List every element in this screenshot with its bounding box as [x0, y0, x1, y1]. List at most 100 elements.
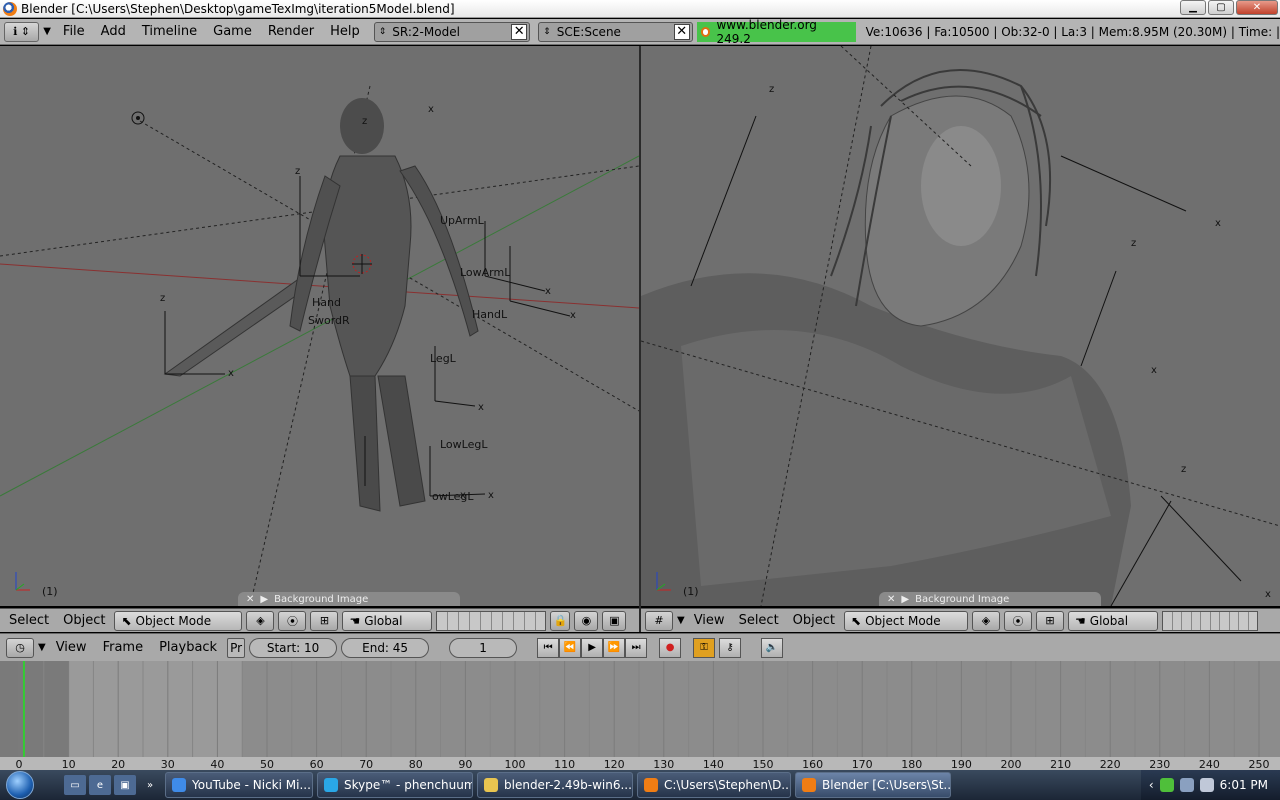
background-image-panel[interactable]: ✕ ▶ Background Image [879, 592, 1101, 606]
menu-select[interactable]: Select [4, 613, 54, 628]
task-label: blender-2.49b-win6... [504, 778, 632, 792]
collapse-menu-arrow-icon[interactable]: ▼ [677, 615, 685, 626]
taskbar-item-youtube[interactable]: YouTube - Nicki Mi... [165, 772, 313, 798]
keying-set-icon[interactable]: ⚿ [693, 637, 716, 658]
layer-buttons[interactable] [436, 610, 547, 631]
close-icon[interactable]: ✕ [887, 594, 895, 605]
menu-help[interactable]: Help [322, 24, 368, 39]
window-type-menu[interactable]: ℹ ⇕ [4, 21, 40, 42]
collapse-menu-arrow-icon[interactable]: ▼ [38, 642, 46, 653]
editor-type-button[interactable]: # [645, 610, 673, 631]
taskbar-item-console[interactable]: C:\Users\Stephen\D... [637, 772, 791, 798]
pivot-button[interactable]: ⦿ [1004, 610, 1033, 631]
current-frame-field[interactable]: 1 [449, 637, 518, 658]
svg-text:x: x [488, 490, 494, 501]
layer-buttons[interactable] [1162, 610, 1259, 631]
camera-render-icon[interactable]: ▣ [602, 610, 627, 631]
internet-explorer-icon[interactable]: e [89, 775, 111, 795]
timeline-clock-icon[interactable]: ◷ [6, 637, 34, 658]
blender-icon [644, 778, 658, 792]
skype-tray-icon[interactable] [1159, 778, 1174, 792]
fast-forward-icon[interactable]: ⏩ [603, 637, 626, 658]
left-view-header: Select Object ⬉ Object Mode ◈ ⦿ ⊞ ☚ Glob… [0, 608, 639, 632]
window-switcher-icon[interactable]: ▣ [114, 775, 136, 795]
jump-end-icon[interactable]: ⏭ [625, 637, 648, 658]
menu-file[interactable]: File [55, 24, 93, 39]
menu-render[interactable]: Render [260, 24, 322, 39]
svg-text:x: x [545, 286, 551, 297]
menu-timeline[interactable]: Timeline [134, 24, 205, 39]
mode-selector[interactable]: ⬉ Object Mode [844, 610, 969, 631]
timeline-area[interactable]: 0 10 20 30 40 50 60 70 80 90 100 110 120 130 140 150 160… [0, 661, 1280, 771]
website-label: www.blender.org 249.2 [716, 17, 817, 46]
rewind-icon[interactable]: ⏪ [559, 637, 582, 658]
menu-object[interactable]: Object [788, 613, 840, 628]
menu-view[interactable]: View [689, 613, 730, 628]
scene-selector[interactable]: ⇕ SCE:Scene ✕ [538, 21, 693, 42]
transform-widget-button[interactable]: ⊞ [1036, 610, 1065, 631]
task-label: YouTube - Nicki Mi... [192, 778, 311, 792]
expand-arrow-icon[interactable]: ▶ [901, 594, 909, 605]
object-mode-icon: ⬉ [851, 613, 862, 628]
bone-label: HandL [472, 308, 508, 321]
taskbar-item-folder[interactable]: blender-2.49b-win6... [477, 772, 633, 798]
clock[interactable]: 6:01 PM [1220, 778, 1268, 792]
show-desktop-icon[interactable]: ▭ [64, 775, 86, 795]
volume-icon[interactable] [1199, 778, 1214, 792]
website-link[interactable]: www.blender.org 249.2 [696, 18, 856, 46]
menu-view[interactable]: View [50, 640, 93, 655]
close-button[interactable]: ✕ [1236, 0, 1278, 15]
timeline-ruler: 0 10 20 30 40 50 60 70 80 90 100 110 120 130 140 150 160… [0, 661, 1280, 771]
viewport-left[interactable]: zx zz xx xx xx UpArmL LowArmL HandL Hand… [0, 46, 639, 606]
viewport-right[interactable]: z x z x z x (1) ✕ ▶ Background Image [641, 46, 1280, 606]
taskbar-item-skype[interactable]: Skype™ - phenchuum [317, 772, 473, 798]
svg-text:x: x [1265, 589, 1271, 600]
expand-arrow-icon[interactable]: ▶ [260, 594, 268, 605]
hand-icon: ☚ [1075, 613, 1086, 628]
end-frame-field[interactable]: End: 45 [341, 637, 430, 658]
orientation-selector[interactable]: ☚ Global [1068, 610, 1159, 631]
frame-number-label: (1) [683, 585, 699, 598]
chevron-left-icon[interactable]: ‹ [1149, 778, 1154, 792]
folder-icon [484, 778, 498, 792]
menu-game[interactable]: Game [205, 24, 260, 39]
delete-scene-icon[interactable]: ✕ [673, 23, 690, 40]
delete-screen-icon[interactable]: ✕ [511, 23, 528, 40]
transform-widget-button[interactable]: ⊞ [310, 610, 339, 631]
windows-taskbar: ▭ e ▣ » YouTube - Nicki Mi... Skype™ - p… [0, 770, 1280, 800]
close-icon[interactable]: ✕ [246, 594, 254, 605]
bone-label: SwordR [308, 314, 350, 327]
draw-type-button[interactable]: ◈ [246, 610, 275, 631]
record-icon[interactable]: ● [659, 637, 682, 658]
menu-frame[interactable]: Frame [97, 640, 150, 655]
key-icon[interactable]: ⚷ [719, 637, 742, 658]
start-button[interactable] [0, 770, 40, 800]
mode-selector[interactable]: ⬉ Object Mode [114, 610, 243, 631]
minimize-button[interactable]: ▁ [1180, 0, 1206, 15]
play-icon[interactable]: ▶ [581, 637, 604, 658]
render-preview-icon[interactable]: ◉ [574, 610, 599, 631]
menu-object[interactable]: Object [58, 613, 110, 628]
pivot-button[interactable]: ⦿ [278, 610, 307, 631]
background-image-panel[interactable]: ✕ ▶ Background Image [238, 592, 460, 606]
menu-select[interactable]: Select [734, 613, 784, 628]
collapse-menu-arrow-icon[interactable]: ▼ [43, 26, 51, 37]
draw-type-button[interactable]: ◈ [972, 610, 1001, 631]
background-image-label: Background Image [274, 593, 369, 605]
menu-playback[interactable]: Playback [153, 640, 223, 655]
screen-selector[interactable]: ⇕ SR:2-Model ✕ [373, 21, 531, 42]
bone-label: LowArmL [460, 266, 511, 279]
orientation-selector[interactable]: ☚ Global [342, 610, 433, 631]
network-icon[interactable] [1179, 778, 1194, 792]
lock-layers-icon[interactable]: 🔒 [550, 610, 571, 631]
jump-start-icon[interactable]: ⏮ [537, 637, 560, 658]
audio-mute-icon[interactable]: 🔈 [761, 637, 784, 658]
maximize-button[interactable]: ▢ [1208, 0, 1234, 15]
mode-label: Object Mode [135, 613, 212, 628]
updown-arrow-icon: ⇕ [378, 26, 387, 37]
start-frame-field[interactable]: Start: 10 [249, 637, 338, 658]
menu-add[interactable]: Add [93, 24, 134, 39]
taskbar-item-blender[interactable]: Blender [C:\Users\St... [795, 772, 951, 798]
chevron-right-icon[interactable]: » [139, 775, 161, 795]
preview-range-toggle[interactable]: Pr [227, 637, 246, 658]
